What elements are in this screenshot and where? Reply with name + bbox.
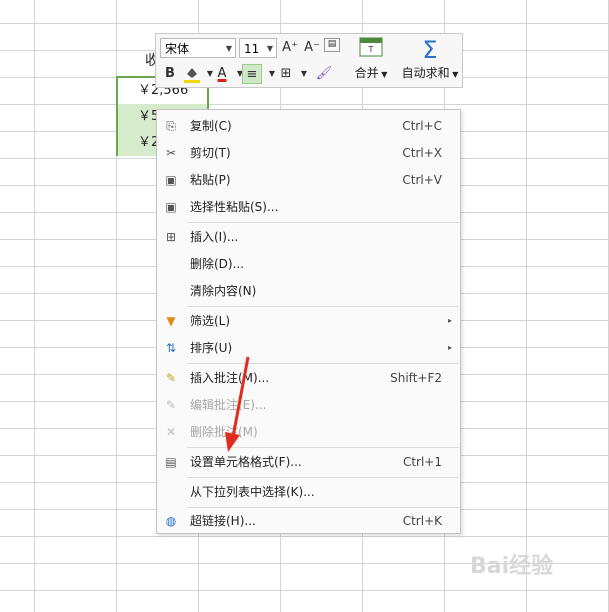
align-center-icon[interactable]: ≡: [242, 64, 262, 84]
mini-format-toolbar: 宋体 ▼ 11 ▼ A⁺ A⁻ ▤ B ▼ A ▼ ≡ ▼ ⊞ ▼ 🖌 T 合并…: [155, 33, 463, 88]
menu-item-pick-from-list[interactable]: 从下拉列表中选择(K)...: [157, 479, 460, 505]
menu-item-label: 超链接(H)...: [190, 514, 256, 528]
menu-item-label: 复制(C): [190, 119, 232, 133]
menu-item-label: 插入(I)...: [190, 230, 239, 244]
menu-item-label: 从下拉列表中选择(K)...: [190, 485, 315, 499]
autosum-label: 自动求和: [401, 66, 450, 80]
font-name-value: 宋体: [165, 42, 190, 56]
menu-item-label: 排序(U): [190, 341, 233, 355]
insert-comment-icon: ✎: [165, 371, 177, 385]
chevron-down-icon: ▼: [266, 44, 273, 53]
svg-text:T: T: [368, 45, 374, 54]
merge-cells-icon: T: [351, 36, 391, 64]
menu-item-label: 删除(D)...: [190, 257, 245, 271]
watermark-text: Bai经验: [470, 554, 554, 579]
scissors-icon: ✂: [165, 146, 177, 160]
menu-item-copy[interactable]: ⎘ 复制(C) Ctrl+C: [157, 113, 460, 139]
menu-item-filter[interactable]: ▼ 筛选(L) ▸: [157, 308, 460, 334]
increase-font-size-icon[interactable]: A⁺: [280, 38, 300, 58]
menu-separator: [187, 363, 459, 364]
menu-item-label: 筛选(L): [190, 314, 231, 328]
menu-item-shortcut: Ctrl+1: [402, 455, 442, 469]
submenu-arrow-icon: ▸: [447, 316, 452, 325]
menu-item-label: 剪切(T): [190, 146, 231, 160]
filter-icon: ▼: [166, 314, 176, 328]
chevron-down-icon: ▼: [378, 70, 388, 79]
menu-item-paste-special[interactable]: ▣ 选择性粘贴(S)...: [157, 194, 460, 220]
menu-separator: [187, 306, 459, 307]
context-menu: ⎘ 复制(C) Ctrl+C ✂ 剪切(T) Ctrl+X ▣ 粘贴(P) Ct…: [156, 109, 461, 534]
menu-item-label: 删除批注(M): [190, 425, 258, 439]
menu-item-label: 设置单元格格式(F)...: [190, 455, 302, 469]
menu-item-hyperlink[interactable]: ◍ 超链接(H)... Ctrl+K: [157, 508, 460, 534]
edit-comment-icon: ✎: [165, 398, 177, 412]
merge-label: 合并: [354, 66, 379, 80]
menu-item-shortcut: Ctrl+V: [402, 173, 442, 187]
menu-item-shortcut: Ctrl+C: [402, 119, 442, 133]
watermark: Bai经验: [470, 548, 600, 588]
font-color-icon[interactable]: A: [212, 64, 232, 84]
menu-item-label: 插入批注(M)...: [190, 371, 270, 385]
format-painter-icon[interactable]: 🖌: [314, 64, 334, 84]
menu-item-shortcut: Shift+F2: [390, 371, 442, 385]
menu-item-cut[interactable]: ✂ 剪切(T) Ctrl+X: [157, 140, 460, 166]
fill-color-icon[interactable]: [182, 64, 202, 84]
autosum-button[interactable]: Σ 自动求和 ▼: [399, 36, 461, 81]
copy-icon: ⎘: [166, 119, 176, 133]
paste-special-icon: ▣: [165, 200, 177, 214]
paste-icon: ▣: [165, 173, 177, 187]
menu-item-edit-comment: ✎ 编辑批注(E)...: [157, 392, 460, 418]
menu-item-shortcut: Ctrl+X: [402, 146, 442, 160]
menu-item-insert[interactable]: ⊞ 插入(I)...: [157, 224, 460, 250]
menu-item-label: 清除内容(N): [190, 284, 257, 298]
font-size-select[interactable]: 11 ▼: [239, 38, 277, 58]
sort-icon: ⇅: [165, 341, 177, 355]
chevron-down-icon[interactable]: ▼: [294, 64, 314, 84]
chevron-down-icon: ▼: [449, 70, 459, 79]
text-box-icon[interactable]: ▤: [324, 38, 340, 52]
menu-item-delete[interactable]: 删除(D)...: [157, 251, 460, 277]
menu-item-clear-contents[interactable]: 清除内容(N): [157, 278, 460, 304]
menu-item-paste[interactable]: ▣ 粘贴(P) Ctrl+V: [157, 167, 460, 193]
menu-item-shortcut: Ctrl+K: [402, 514, 442, 528]
borders-icon[interactable]: ⊞: [276, 64, 296, 84]
menu-item-sort[interactable]: ⇅ 排序(U) ▸: [157, 335, 460, 361]
bold-icon[interactable]: B: [160, 64, 180, 84]
menu-item-delete-comment: ✕ 删除批注(M): [157, 419, 460, 445]
merge-button[interactable]: T 合并 ▼: [351, 36, 391, 81]
format-cells-icon: ▤: [165, 455, 177, 469]
menu-item-label: 选择性粘贴(S)...: [190, 200, 279, 214]
hyperlink-icon: ◍: [165, 514, 177, 528]
menu-item-insert-comment[interactable]: ✎ 插入批注(M)... Shift+F2: [157, 365, 460, 391]
menu-item-label: 粘贴(P): [190, 173, 231, 187]
chevron-down-icon: ▼: [225, 44, 232, 53]
menu-item-label: 编辑批注(E)...: [190, 398, 267, 412]
sigma-icon: Σ: [422, 36, 438, 64]
submenu-arrow-icon: ▸: [447, 343, 452, 352]
menu-separator: [187, 477, 459, 478]
menu-separator: [187, 222, 459, 223]
menu-item-format-cells[interactable]: ▤ 设置单元格格式(F)... Ctrl+1: [157, 449, 460, 475]
decrease-font-size-icon[interactable]: A⁻: [302, 38, 322, 58]
menu-separator: [187, 447, 459, 448]
font-name-select[interactable]: 宋体 ▼: [160, 38, 236, 58]
delete-comment-icon: ✕: [165, 425, 177, 439]
insert-icon: ⊞: [165, 230, 177, 244]
font-size-value: 11: [244, 42, 260, 56]
